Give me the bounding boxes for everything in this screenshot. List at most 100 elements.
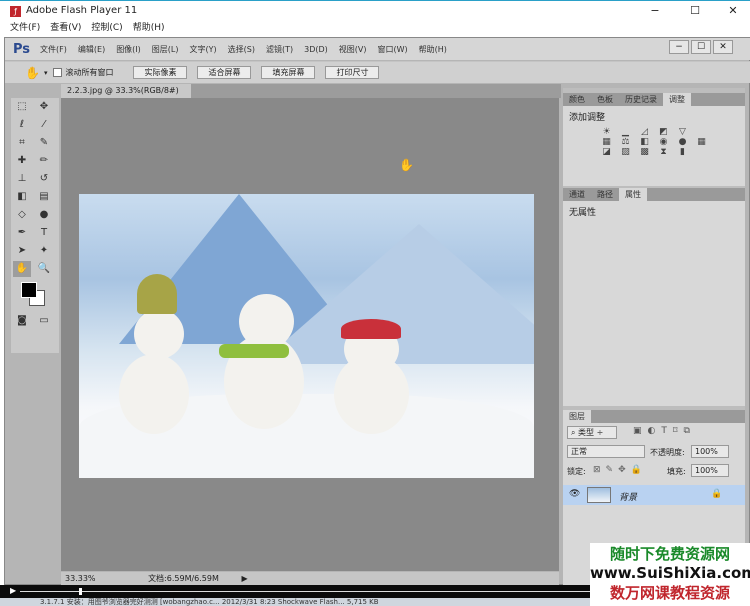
stamp-tool-icon[interactable]: ⊥: [13, 171, 31, 187]
screen-mode-icon[interactable]: ▭: [35, 313, 53, 329]
eraser-tool-icon[interactable]: ◧: [13, 189, 31, 205]
ps-menu-layer[interactable]: 图层(L): [152, 44, 179, 55]
hand-tool-button-icon[interactable]: ✋: [13, 261, 31, 277]
tab-paths[interactable]: 路径: [591, 188, 619, 201]
tab-history[interactable]: 历史记录: [619, 93, 663, 106]
zoom-level[interactable]: 33.33%: [65, 574, 96, 583]
menu-control[interactable]: 控制(C): [91, 23, 122, 33]
close-button[interactable]: ✕: [718, 3, 748, 19]
move-tool-icon[interactable]: ✥: [35, 99, 53, 115]
tab-layers[interactable]: 图层: [563, 410, 591, 423]
vibrance-icon[interactable]: ▽: [677, 127, 688, 137]
document-tab[interactable]: 2.2.3.jpg @ 33.3%(RGB/8#) ×: [61, 84, 191, 109]
gradient-tool-icon[interactable]: ▤: [35, 189, 53, 205]
print-size-button[interactable]: 打印尺寸: [325, 66, 380, 79]
brightness-icon[interactable]: ☀: [601, 127, 612, 137]
fill-screen-button[interactable]: 填充屏幕: [261, 66, 316, 79]
history-brush-icon[interactable]: ↺: [35, 171, 53, 187]
actual-pixels-button[interactable]: 实际像素: [133, 66, 188, 79]
eye-icon[interactable]: 👁: [569, 489, 580, 499]
fit-screen-button[interactable]: 适合屏幕: [197, 66, 252, 79]
ps-menu-help[interactable]: 帮助(H): [419, 44, 447, 55]
blend-mode-select[interactable]: 正常: [567, 445, 645, 458]
photo-filter-icon[interactable]: ◉: [658, 137, 669, 147]
play-icon[interactable]: ▶: [10, 586, 16, 595]
blend-mode: 正常: [571, 447, 587, 456]
ps-restore-button[interactable]: ☐: [691, 40, 711, 54]
ps-menu-filter[interactable]: 滤镜(T): [266, 44, 293, 55]
eyedropper-tool-icon[interactable]: ✎: [35, 135, 53, 151]
status-menu-arrow-icon[interactable]: ▶: [241, 574, 247, 583]
minimize-button[interactable]: −: [640, 3, 670, 19]
healing-tool-icon[interactable]: ✚: [13, 153, 31, 169]
type-tool-icon[interactable]: T: [35, 225, 53, 241]
maximize-button[interactable]: ☐: [680, 3, 710, 19]
layer-row[interactable]: 👁 背景 🔒: [563, 485, 745, 505]
doc-size[interactable]: 文档:6.59M/6.59M: [148, 574, 219, 583]
curves-icon[interactable]: ◿: [639, 127, 650, 137]
toolbox: ⬚ ✥ ℓ ⁄ ⌗ ✎ ✚ ✏ ⊥ ↺ ◧ ▤ ◇ ● ✒ T ➤ ✦ ✋ 🔍 ◙ ▭: [11, 98, 59, 353]
ps-menu-view[interactable]: 视图(V): [339, 44, 367, 55]
shape-tool-icon[interactable]: ✦: [35, 243, 53, 259]
color-lookup-icon[interactable]: ▦: [696, 137, 707, 147]
posterize-icon[interactable]: ▨: [620, 147, 631, 157]
quick-mask-icon[interactable]: ◙: [13, 313, 31, 329]
levels-icon[interactable]: ▁: [620, 127, 631, 137]
quick-select-tool-icon[interactable]: ⁄: [35, 117, 53, 133]
menu-help[interactable]: 帮助(H): [133, 23, 165, 33]
tab-swatches[interactable]: 色板: [591, 93, 619, 106]
layer-filter-icons[interactable]: ▣◐T⌑⧉: [633, 426, 696, 436]
ps-menu-edit[interactable]: 编辑(E): [78, 44, 105, 55]
ps-menu-type[interactable]: 文字(Y): [190, 44, 217, 55]
bw-icon[interactable]: ◧: [639, 137, 650, 147]
dodge-tool-icon[interactable]: ●: [35, 207, 53, 223]
selective-color-icon[interactable]: ⧗: [658, 147, 669, 157]
seek-handle[interactable]: [79, 588, 82, 595]
brush-tool-icon[interactable]: ✏: [35, 153, 53, 169]
blur-tool-icon[interactable]: ◇: [13, 207, 31, 223]
properties-text: 无属性: [569, 208, 597, 218]
exposure-icon[interactable]: ◩: [658, 127, 669, 137]
watermark-line2: www.SuiShiXia.com: [590, 564, 750, 582]
seek-track[interactable]: [20, 591, 590, 592]
ps-menu-select[interactable]: 选择(S): [228, 44, 255, 55]
ps-menu-file[interactable]: 文件(F): [40, 44, 67, 55]
pen-tool-icon[interactable]: ✒: [13, 225, 31, 241]
menu-view[interactable]: 查看(V): [50, 23, 81, 33]
hue-sat-icon[interactable]: ▦: [601, 137, 612, 147]
ps-close-button[interactable]: ✕: [713, 40, 733, 54]
color-swatches[interactable]: [11, 278, 59, 312]
ps-menu-window[interactable]: 窗口(W): [377, 44, 407, 55]
path-select-tool-icon[interactable]: ➤: [13, 243, 31, 259]
document-tab-row: 2.2.3.jpg @ 33.3%(RGB/8#) ×: [61, 84, 561, 109]
gradient-map-icon[interactable]: ▮: [677, 147, 688, 157]
invert-icon[interactable]: ◪: [601, 147, 612, 157]
zoom-tool-icon[interactable]: 🔍: [35, 261, 53, 277]
channel-mixer-icon[interactable]: ●: [677, 137, 688, 147]
foreground-color[interactable]: [21, 282, 37, 298]
fill-input[interactable]: 100%: [691, 464, 729, 477]
lock-icons[interactable]: ⊠✎✥🔒: [593, 465, 647, 475]
menu-file[interactable]: 文件(F): [10, 23, 40, 33]
layers-tabs: 图层: [563, 410, 745, 423]
canvas-area[interactable]: ✋: [61, 98, 559, 571]
hand-tool-icon[interactable]: ✋: [25, 66, 40, 80]
tab-color[interactable]: 颜色: [563, 93, 591, 106]
layer-filter-select[interactable]: ⌕ 类型 ÷: [567, 426, 617, 439]
ps-menu-image[interactable]: 图像(I): [116, 44, 141, 55]
opacity-value: 100%: [695, 447, 718, 456]
ps-minimize-button[interactable]: −: [669, 40, 689, 54]
tab-adjustments[interactable]: 调整: [663, 93, 691, 106]
tab-properties[interactable]: 属性: [619, 188, 647, 201]
right-panels: 颜色 色板 历史记录 调整 添加调整 ☀ ▁ ◿ ◩ ▽ ▦ ⚖ ◧ ◉ ● ▦ ◪ ▨ ▩ ⧗ ▮ 通道…: [563, 88, 745, 585]
scroll-all-checkbox[interactable]: [53, 68, 63, 77]
ps-menu-3d[interactable]: 3D(D): [304, 45, 328, 54]
opacity-input[interactable]: 100%: [691, 445, 729, 458]
threshold-icon[interactable]: ▩: [639, 147, 650, 157]
tab-channels[interactable]: 通道: [563, 188, 591, 201]
crop-tool-icon[interactable]: ⌗: [13, 135, 31, 151]
color-balance-icon[interactable]: ⚖: [620, 137, 631, 147]
tool-preset-dropdown[interactable]: ▾: [44, 69, 48, 77]
marquee-tool-icon[interactable]: ⬚: [13, 99, 31, 115]
lasso-tool-icon[interactable]: ℓ: [13, 117, 31, 133]
